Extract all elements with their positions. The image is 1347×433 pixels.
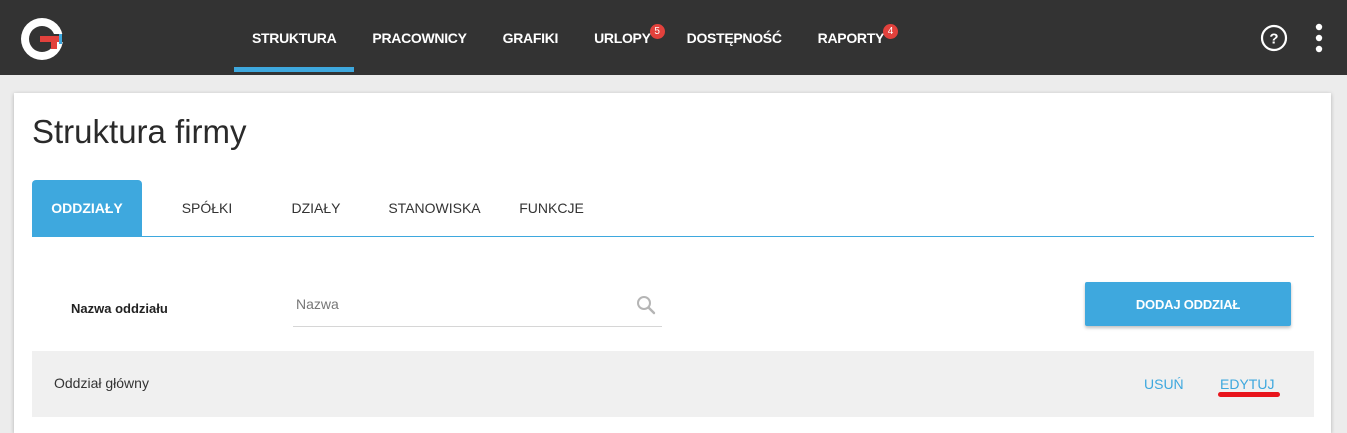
page-title: Struktura firmy [32,113,247,150]
search-icon[interactable] [636,295,656,315]
tab-bar: ODDZIAŁY SPÓŁKI DZIAŁY STANOWISKA FUNKCJ… [32,180,1314,237]
nav-item-dostepnosc[interactable]: DOSTĘPNOŚĆ [669,0,800,75]
help-icon[interactable]: ? [1260,24,1288,52]
tab-stanowiska[interactable]: STANOWISKA [360,180,509,236]
tab-label: SPÓŁKI [181,200,233,216]
top-navigation-bar: STRUKTURA PRACOWNICY GRAFIKI URLOPY 5 DO… [0,0,1347,75]
tab-label: ODDZIAŁY [51,200,123,216]
search-field [293,285,662,327]
branch-name-label: Nazwa oddziału [71,301,168,316]
nav-item-label: GRAFIKI [502,29,559,46]
svg-text:?: ? [1269,31,1278,48]
tab-oddzialy[interactable]: ODDZIAŁY [32,180,142,236]
nav-item-urlopy[interactable]: URLOPY 5 [576,0,669,75]
nav-item-struktura[interactable]: STRUKTURA [234,0,355,75]
nav-item-raporty[interactable]: RAPORTY 4 [800,0,902,75]
tab-dzialy[interactable]: DZIAŁY [272,180,360,236]
highlight-underline [1218,392,1280,397]
tab-label: FUNKCJE [519,200,584,216]
content-card: Struktura firmy ODDZIAŁY SPÓŁKI DZIAŁY S… [14,93,1331,433]
branch-name: Oddział główny [54,375,149,391]
tab-label: STANOWISKA [388,200,481,216]
nav-item-pracownicy[interactable]: PRACOWNICY [354,0,484,75]
nav-item-label: URLOPY [594,29,651,46]
nav-item-grafiki[interactable]: GRAFIKI [485,0,576,75]
nav-item-label: STRUKTURA [252,29,337,46]
edit-link[interactable]: EDYTUJ [1220,376,1274,392]
delete-link[interactable]: USUŃ [1144,376,1184,392]
add-branch-button[interactable]: DODAJ ODDZIAŁ [1085,282,1291,326]
notification-badge: 4 [883,24,899,39]
nav-item-label: DOSTĘPNOŚĆ [686,29,782,46]
table-row: Oddział główny USUŃ EDYTUJ [32,351,1314,419]
tab-spolki[interactable]: SPÓŁKI [142,180,272,236]
nav-item-label: RAPORTY [817,29,885,46]
tab-label: DZIAŁY [291,200,341,216]
app-logo-icon[interactable] [18,15,66,63]
branch-search-input[interactable] [293,285,629,323]
main-nav: STRUKTURA PRACOWNICY GRAFIKI URLOPY 5 DO… [234,0,902,75]
notification-badge: 5 [649,24,665,39]
more-vertical-icon[interactable] [1311,22,1327,54]
nav-item-label: PRACOWNICY [372,29,467,46]
tab-funkcje[interactable]: FUNKCJE [509,180,594,236]
